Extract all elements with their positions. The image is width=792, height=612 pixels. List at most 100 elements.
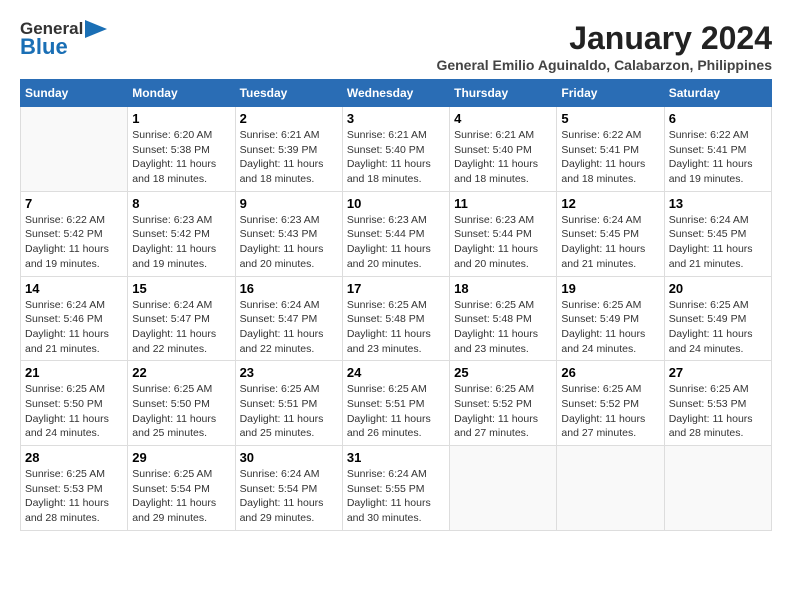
- logo-blue-text: Blue: [20, 35, 107, 59]
- day-number: 28: [25, 450, 123, 465]
- day-info: Sunrise: 6:22 AM Sunset: 5:42 PM Dayligh…: [25, 213, 123, 272]
- week-row-5: 28 Sunrise: 6:25 AM Sunset: 5:53 PM Dayli…: [21, 446, 772, 531]
- day-info: Sunrise: 6:25 AM Sunset: 5:49 PM Dayligh…: [561, 298, 659, 357]
- day-cell: 20Sunrise: 6:25 AM Sunset: 5:49 PM Dayli…: [664, 276, 771, 361]
- day-cell: [557, 446, 664, 531]
- day-info: Sunrise: 6:25 AM Sunset: 5:49 PM Dayligh…: [669, 298, 767, 357]
- day-cell: 9 Sunrise: 6:23 AM Sunset: 5:43 PM Daylig…: [235, 191, 342, 276]
- day-number: 21: [25, 365, 123, 380]
- day-info: Sunrise: 6:25 AM Sunset: 5:48 PM Dayligh…: [347, 298, 445, 357]
- week-row-3: 14Sunrise: 6:24 AM Sunset: 5:46 PM Dayli…: [21, 276, 772, 361]
- day-number: 29: [132, 450, 230, 465]
- day-info: Sunrise: 6:23 AM Sunset: 5:42 PM Dayligh…: [132, 213, 230, 272]
- day-number: 17: [347, 281, 445, 296]
- day-cell: 19 Sunrise: 6:25 AM Sunset: 5:49 PM Dayli…: [557, 276, 664, 361]
- day-info: Sunrise: 6:24 AM Sunset: 5:45 PM Dayligh…: [561, 213, 659, 272]
- day-info: Sunrise: 6:25 AM Sunset: 5:54 PM Dayligh…: [132, 467, 230, 526]
- day-cell: 29 Sunrise: 6:25 AM Sunset: 5:54 PM Dayli…: [128, 446, 235, 531]
- header-cell-saturday: Saturday: [664, 80, 771, 107]
- day-info: Sunrise: 6:25 AM Sunset: 5:53 PM Dayligh…: [25, 467, 123, 526]
- day-info: Sunrise: 6:24 AM Sunset: 5:47 PM Dayligh…: [240, 298, 338, 357]
- logo: General Blue: [20, 20, 107, 59]
- day-number: 4: [454, 111, 552, 126]
- day-info: Sunrise: 6:21 AM Sunset: 5:40 PM Dayligh…: [454, 128, 552, 187]
- header-cell-wednesday: Wednesday: [342, 80, 449, 107]
- day-cell: 31Sunrise: 6:24 AM Sunset: 5:55 PM Dayli…: [342, 446, 449, 531]
- day-number: 6: [669, 111, 767, 126]
- day-number: 2: [240, 111, 338, 126]
- day-info: Sunrise: 6:23 AM Sunset: 5:44 PM Dayligh…: [454, 213, 552, 272]
- day-info: Sunrise: 6:22 AM Sunset: 5:41 PM Dayligh…: [669, 128, 767, 187]
- day-number: 25: [454, 365, 552, 380]
- day-number: 24: [347, 365, 445, 380]
- week-row-1: 1 Sunrise: 6:20 AM Sunset: 5:38 PM Daylig…: [21, 107, 772, 192]
- day-number: 19: [561, 281, 659, 296]
- week-row-4: 21 Sunrise: 6:25 AM Sunset: 5:50 PM Dayli…: [21, 361, 772, 446]
- day-number: 23: [240, 365, 338, 380]
- day-number: 9: [240, 196, 338, 211]
- day-info: Sunrise: 6:24 AM Sunset: 5:54 PM Dayligh…: [240, 467, 338, 526]
- day-cell: 8 Sunrise: 6:23 AM Sunset: 5:42 PM Daylig…: [128, 191, 235, 276]
- day-info: Sunrise: 6:25 AM Sunset: 5:52 PM Dayligh…: [561, 382, 659, 441]
- day-number: 16: [240, 281, 338, 296]
- subtitle: General Emilio Aguinaldo, Calabarzon, Ph…: [436, 57, 772, 73]
- day-info: Sunrise: 6:25 AM Sunset: 5:51 PM Dayligh…: [347, 382, 445, 441]
- day-cell: 21 Sunrise: 6:25 AM Sunset: 5:50 PM Dayli…: [21, 361, 128, 446]
- day-info: Sunrise: 6:25 AM Sunset: 5:52 PM Dayligh…: [454, 382, 552, 441]
- day-cell: 24 Sunrise: 6:25 AM Sunset: 5:51 PM Dayli…: [342, 361, 449, 446]
- day-number: 31: [347, 450, 445, 465]
- day-info: Sunrise: 6:21 AM Sunset: 5:39 PM Dayligh…: [240, 128, 338, 187]
- day-info: Sunrise: 6:24 AM Sunset: 5:47 PM Dayligh…: [132, 298, 230, 357]
- day-cell: 26 Sunrise: 6:25 AM Sunset: 5:52 PM Dayli…: [557, 361, 664, 446]
- day-number: 15: [132, 281, 230, 296]
- day-number: 10: [347, 196, 445, 211]
- header-cell-monday: Monday: [128, 80, 235, 107]
- calendar-header: SundayMondayTuesdayWednesdayThursdayFrid…: [21, 80, 772, 107]
- day-info: Sunrise: 6:21 AM Sunset: 5:40 PM Dayligh…: [347, 128, 445, 187]
- day-cell: 10 Sunrise: 6:23 AM Sunset: 5:44 PM Dayli…: [342, 191, 449, 276]
- day-cell: 16 Sunrise: 6:24 AM Sunset: 5:47 PM Dayli…: [235, 276, 342, 361]
- day-cell: 23Sunrise: 6:25 AM Sunset: 5:51 PM Dayli…: [235, 361, 342, 446]
- day-cell: 13Sunrise: 6:24 AM Sunset: 5:45 PM Dayli…: [664, 191, 771, 276]
- day-info: Sunrise: 6:23 AM Sunset: 5:43 PM Dayligh…: [240, 213, 338, 272]
- header-cell-thursday: Thursday: [450, 80, 557, 107]
- day-cell: 11 Sunrise: 6:23 AM Sunset: 5:44 PM Dayli…: [450, 191, 557, 276]
- day-number: 18: [454, 281, 552, 296]
- day-number: 1: [132, 111, 230, 126]
- day-info: Sunrise: 6:25 AM Sunset: 5:48 PM Dayligh…: [454, 298, 552, 357]
- day-cell: 4 Sunrise: 6:21 AM Sunset: 5:40 PM Daylig…: [450, 107, 557, 192]
- day-number: 3: [347, 111, 445, 126]
- day-number: 22: [132, 365, 230, 380]
- header-cell-sunday: Sunday: [21, 80, 128, 107]
- day-info: Sunrise: 6:23 AM Sunset: 5:44 PM Dayligh…: [347, 213, 445, 272]
- header-cell-friday: Friday: [557, 80, 664, 107]
- day-info: Sunrise: 6:20 AM Sunset: 5:38 PM Dayligh…: [132, 128, 230, 187]
- title-block: January 2024 General Emilio Aguinaldo, C…: [436, 20, 772, 73]
- day-cell: 3 Sunrise: 6:21 AM Sunset: 5:40 PM Daylig…: [342, 107, 449, 192]
- day-cell: [21, 107, 128, 192]
- day-cell: 5Sunrise: 6:22 AM Sunset: 5:41 PM Daylig…: [557, 107, 664, 192]
- day-number: 14: [25, 281, 123, 296]
- page-header: General Blue January 2024 General Emilio…: [20, 20, 772, 73]
- day-number: 12: [561, 196, 659, 211]
- day-number: 5: [561, 111, 659, 126]
- day-number: 27: [669, 365, 767, 380]
- day-cell: 18 Sunrise: 6:25 AM Sunset: 5:48 PM Dayli…: [450, 276, 557, 361]
- day-number: 26: [561, 365, 659, 380]
- day-cell: 12 Sunrise: 6:24 AM Sunset: 5:45 PM Dayli…: [557, 191, 664, 276]
- day-number: 13: [669, 196, 767, 211]
- day-number: 11: [454, 196, 552, 211]
- day-info: Sunrise: 6:25 AM Sunset: 5:53 PM Dayligh…: [669, 382, 767, 441]
- month-title: January 2024: [436, 20, 772, 57]
- day-cell: 30 Sunrise: 6:24 AM Sunset: 5:54 PM Dayli…: [235, 446, 342, 531]
- header-row: SundayMondayTuesdayWednesdayThursdayFrid…: [21, 80, 772, 107]
- day-number: 7: [25, 196, 123, 211]
- day-cell: 28 Sunrise: 6:25 AM Sunset: 5:53 PM Dayli…: [21, 446, 128, 531]
- day-cell: [664, 446, 771, 531]
- day-cell: 27 Sunrise: 6:25 AM Sunset: 5:53 PM Dayli…: [664, 361, 771, 446]
- day-number: 8: [132, 196, 230, 211]
- day-number: 30: [240, 450, 338, 465]
- header-cell-tuesday: Tuesday: [235, 80, 342, 107]
- day-cell: 7 Sunrise: 6:22 AM Sunset: 5:42 PM Daylig…: [21, 191, 128, 276]
- day-info: Sunrise: 6:25 AM Sunset: 5:50 PM Dayligh…: [25, 382, 123, 441]
